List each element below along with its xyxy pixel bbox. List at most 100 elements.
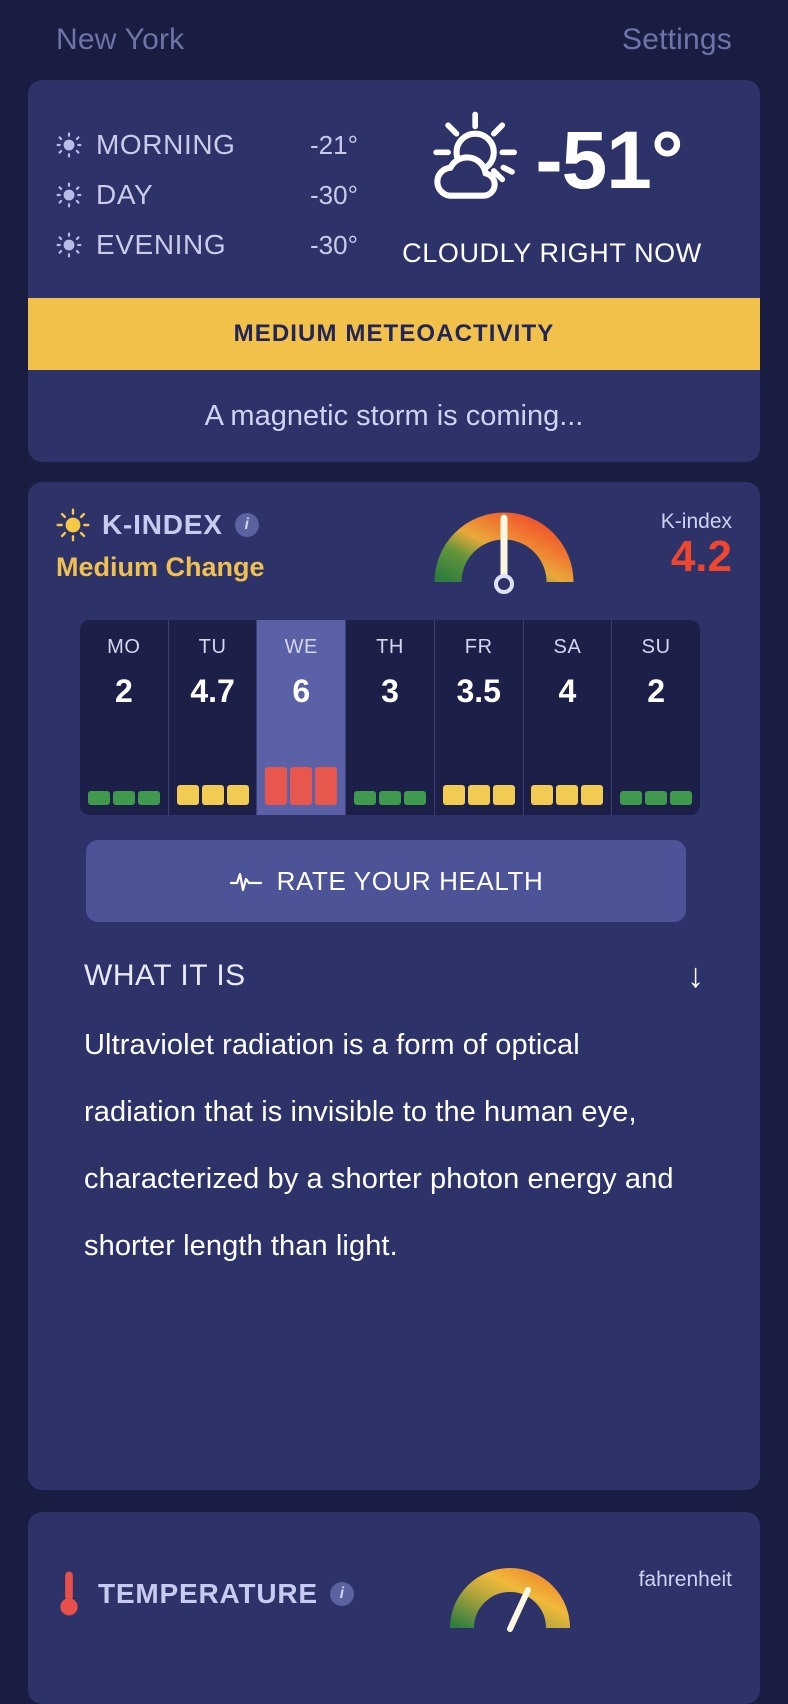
- what-it-is-body: Ultraviolet radiation is a form of optic…: [84, 1029, 674, 1262]
- kindex-card: K-INDEX i Medium Change K-index 4.2 MO 2…: [28, 482, 760, 1490]
- rate-your-health-label: RATE YOUR HEALTH: [276, 865, 544, 896]
- level-bar: [581, 785, 604, 805]
- sun-icon: [56, 508, 90, 542]
- level-bar: [670, 791, 693, 805]
- day-label: MO: [107, 636, 141, 658]
- level-bar: [467, 785, 490, 805]
- day-value: 2: [114, 673, 133, 709]
- day-level-bars: [80, 765, 168, 805]
- weather-card: MORNING -21° DAY -30° EVENING -30° -51° …: [28, 80, 760, 462]
- level-bar: [404, 791, 427, 805]
- day-level-bars: [435, 765, 523, 805]
- day-column-fr[interactable]: FR 3.5: [434, 620, 524, 815]
- kindex-value-block: K-index 4.2: [582, 510, 732, 580]
- day-column-su[interactable]: SU 2: [612, 620, 700, 815]
- rate-your-health-button[interactable]: RATE YOUR HEALTH: [86, 840, 686, 922]
- day-label: SU: [641, 636, 671, 658]
- temperature-title: TEMPERATURE: [98, 1578, 318, 1609]
- level-bar: [112, 791, 135, 805]
- day-column-th[interactable]: TH 3: [346, 620, 435, 815]
- day-column-we[interactable]: WE 6: [257, 620, 347, 815]
- arrow-down-icon[interactable]: ↓: [687, 959, 704, 993]
- daypart-value: -30°: [310, 179, 358, 210]
- sun-icon: [56, 232, 82, 258]
- kindex-header: K-INDEX i Medium Change K-index 4.2: [28, 482, 760, 612]
- daypart-list: MORNING -21° DAY -30° EVENING -30°: [28, 106, 358, 298]
- week-kindex-chart: MO 2 TU 4.7 WE 6 TH 3 FR 3.5 SA 4 SU 2: [80, 620, 700, 815]
- weather-app-screen: New York Settings MORNING -21° DAY -30° …: [0, 0, 788, 1704]
- day-level-bars: [524, 765, 612, 805]
- temperature-card: TEMPERATURE i fahrenheit: [28, 1512, 760, 1704]
- accordion-title: WHAT IT IS: [84, 959, 246, 992]
- level-bar: [176, 785, 199, 805]
- daypart-label: MORNING: [96, 129, 236, 160]
- city-label[interactable]: New York: [56, 23, 184, 57]
- temperature-header: TEMPERATURE i fahrenheit: [28, 1512, 760, 1632]
- day-label: FR: [464, 636, 493, 658]
- day-label: WE: [284, 636, 318, 658]
- info-icon[interactable]: i: [329, 1582, 354, 1606]
- kindex-gauge: [434, 504, 574, 604]
- day-label: TH: [376, 636, 404, 658]
- level-bar: [556, 785, 579, 805]
- day-level-bars: [169, 765, 257, 805]
- level-bar: [645, 791, 668, 805]
- day-label: SA: [553, 636, 582, 658]
- meteoactivity-label: MEDIUM METEOACTIVITY: [233, 320, 555, 347]
- current-temperature: -51°: [535, 115, 683, 206]
- gauge-needle: [507, 1587, 531, 1632]
- pulse-icon: [229, 872, 262, 892]
- current-temp-row: -51°: [421, 106, 684, 216]
- level-bar: [492, 785, 515, 805]
- day-level-bars: [612, 765, 700, 805]
- daypart-value: -30°: [310, 229, 358, 260]
- day-column-sa[interactable]: SA 4: [523, 620, 613, 815]
- kindex-title: K-INDEX: [102, 509, 223, 540]
- day-label: TU: [198, 636, 227, 658]
- level-bar: [620, 791, 643, 805]
- daypart-label: DAY: [96, 179, 154, 210]
- day-value: 4.7: [190, 673, 235, 709]
- level-bar: [226, 785, 249, 805]
- level-bar: [354, 791, 377, 805]
- sun-behind-cloud-icon: [433, 111, 518, 199]
- level-bar: [87, 791, 110, 805]
- level-bar: [137, 791, 160, 805]
- day-level-bars: [346, 765, 434, 805]
- level-bar: [442, 785, 465, 805]
- level-bar: [265, 767, 288, 805]
- kindex-value: 4.2: [670, 532, 732, 581]
- sun-icon: [56, 132, 82, 158]
- day-value: 4: [558, 673, 577, 709]
- meteoactivity-banner[interactable]: MEDIUM METEOACTIVITY: [28, 298, 760, 370]
- sun-icon: [56, 182, 82, 208]
- top-bar: New York Settings: [0, 0, 788, 80]
- day-column-mo[interactable]: MO 2: [80, 620, 169, 815]
- day-level-bars: [257, 765, 345, 805]
- kindex-value-label: K-index: [660, 510, 732, 533]
- daypart-label: EVENING: [96, 229, 227, 260]
- daypart-row-day: DAY -30°: [56, 170, 358, 220]
- temperature-gauge: [450, 1562, 570, 1642]
- level-bar: [379, 791, 402, 805]
- accordion-what-it-is[interactable]: WHAT IT IS ↓: [84, 954, 704, 998]
- gauge-arc: [450, 1568, 570, 1629]
- level-bar: [531, 785, 554, 805]
- current-description: CLOUDLY RIGHT NOW: [402, 238, 702, 268]
- day-value: 3: [381, 673, 399, 709]
- level-bar: [201, 785, 224, 805]
- settings-link[interactable]: Settings: [622, 23, 732, 57]
- level-bar: [290, 767, 313, 805]
- day-value: 6: [292, 673, 311, 709]
- daypart-value: -21°: [310, 129, 358, 160]
- daypart-row-evening: EVENING -30°: [56, 220, 358, 270]
- info-icon[interactable]: i: [234, 513, 259, 537]
- daypart-row-morning: MORNING -21°: [56, 120, 358, 170]
- day-column-tu[interactable]: TU 4.7: [168, 620, 258, 815]
- storm-note: A magnetic storm is coming...: [204, 399, 584, 432]
- thermometer-icon: [60, 1571, 78, 1616]
- day-value: 3.5: [456, 673, 501, 709]
- day-value: 2: [647, 673, 666, 709]
- weather-summary: MORNING -21° DAY -30° EVENING -30° -51° …: [28, 80, 760, 298]
- temperature-unit: fahrenheit: [638, 1568, 732, 1591]
